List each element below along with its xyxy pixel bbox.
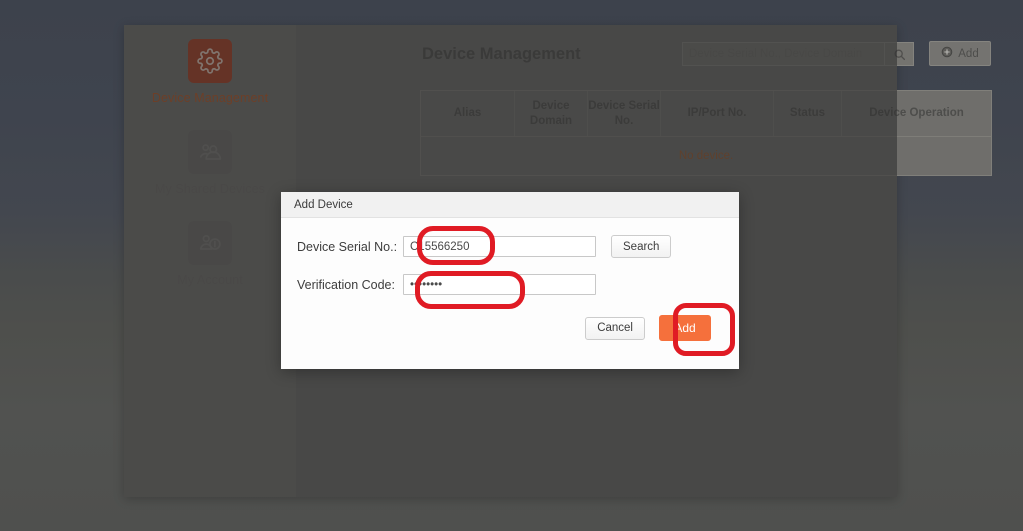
cancel-button[interactable]: Cancel — [585, 316, 645, 340]
add-device-dialog: Add Device Device Serial No.: Search Ver… — [281, 192, 739, 369]
group-users-icon — [188, 130, 232, 174]
device-serial-no-label: Device Serial No.: — [297, 239, 398, 254]
add-device-button[interactable]: Add — [929, 41, 991, 66]
verification-code-label: Verification Code: — [297, 277, 395, 292]
search-device-button[interactable]: Search — [611, 235, 672, 258]
search-box[interactable] — [682, 42, 914, 66]
column-header-device-domain: Device Domain — [514, 91, 587, 136]
dialog-body: Device Serial No.: Search Verification C… — [281, 218, 739, 369]
device-table: Alias Device Domain Device Serial No. IP… — [420, 90, 992, 176]
sidebar-item-label: My Account — [177, 273, 243, 287]
column-header-status: Status — [773, 91, 841, 136]
page-title: Device Management — [422, 45, 581, 63]
column-header-alias: Alias — [453, 107, 482, 120]
column-header-device-serial-no: Device Serial No. — [587, 91, 660, 136]
dialog-footer: Cancel Add — [281, 311, 739, 357]
add-device-button-label: Add — [958, 47, 979, 60]
table-empty-message: No device. — [678, 150, 734, 162]
sidebar-item-device-management[interactable]: Device Management — [124, 39, 296, 105]
search-icon[interactable] — [884, 43, 913, 65]
table-header-row: Alias Device Domain Device Serial No. IP… — [421, 91, 991, 137]
sidebar-item-label: My Shared Devices — [154, 182, 266, 196]
verification-code-input[interactable] — [403, 274, 596, 295]
gear-icon — [188, 39, 232, 83]
device-serial-no-input[interactable] — [403, 236, 596, 257]
column-header-device-operation: Device Operation — [841, 91, 991, 136]
sidebar-item-my-shared-devices[interactable]: My Shared Devices — [124, 130, 296, 196]
form-row-verification-code: Verification Code: — [281, 274, 739, 295]
sidebar: Device Management My Shared Devices My A… — [124, 25, 296, 497]
plus-circle-icon — [941, 46, 953, 61]
sidebar-item-my-account[interactable]: My Account — [124, 221, 296, 287]
user-account-icon — [188, 221, 232, 265]
column-header-ip-port-no: IP/Port No. — [660, 91, 773, 136]
sidebar-item-label: Device Management — [151, 91, 269, 105]
form-row-serial: Device Serial No.: Search — [281, 235, 739, 258]
toolbar: Device Management Device Serial No., Dev… — [296, 25, 991, 87]
confirm-add-button[interactable]: Add — [659, 315, 711, 341]
dialog-title: Add Device — [281, 192, 739, 218]
search-input[interactable] — [683, 43, 884, 65]
